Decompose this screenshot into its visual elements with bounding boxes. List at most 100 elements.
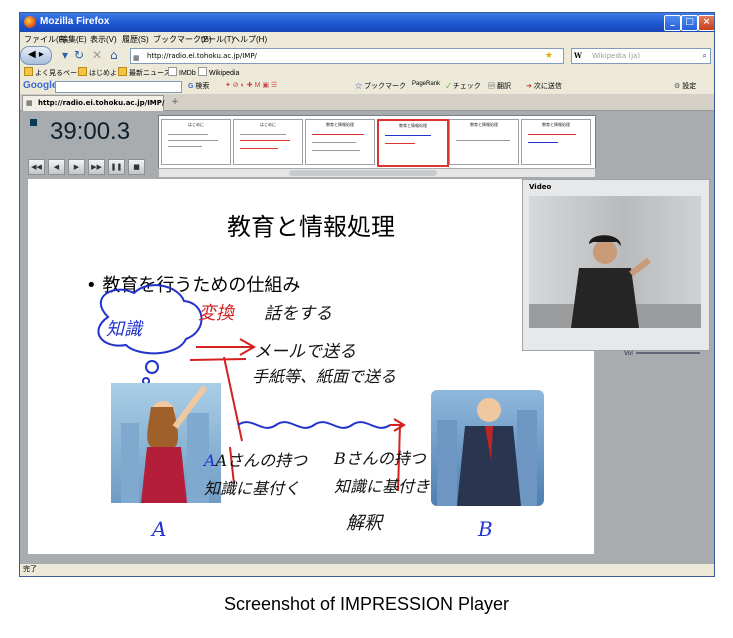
google-toolbar: Google G 検索 ✦ ⊘ ◐ ✚ M ▣ ☰ ☆ ブックマーク PageR…	[20, 79, 714, 94]
ink-transform: 変換	[198, 303, 234, 324]
person-b-illustration	[431, 390, 544, 506]
search-placeholder: Wikipedia (ja)	[592, 52, 641, 60]
thumbnail-active[interactable]: 教育と情報処理	[377, 119, 449, 167]
home-icon[interactable]: ⌂	[110, 48, 118, 62]
ink-b-based: 知識に基付き	[334, 477, 431, 496]
title-bar: Mozilla Firefox _ □ ×	[20, 13, 714, 32]
minimize-button[interactable]: _	[664, 15, 681, 31]
figure-caption: Screenshot of IMPRESSION Player	[223, 594, 510, 614]
thumbnail[interactable]: はじめに	[161, 119, 231, 165]
google-bookmarks-button[interactable]: ☆ ブックマーク	[355, 81, 406, 91]
menu-help[interactable]: ヘルプ(H)	[232, 34, 267, 45]
menu-tools[interactable]: ツール(T)	[200, 34, 234, 45]
pause-icon[interactable]: ❚❚	[108, 159, 125, 175]
google-search-button[interactable]: G 検索	[188, 81, 209, 91]
back-forward-button[interactable]: ◀ ▸	[20, 46, 52, 65]
menu-bar: ファイル(F) 編集(E) 表示(V) 履歴(S) ブックマーク(B) ツール(…	[20, 32, 714, 46]
playback-controls: 39:00.3 ◀◀ ◀ ▶ ▶▶ ❚❚ ■	[26, 115, 154, 175]
tab-imp[interactable]: ▦ http://radio.ei.tohoku.ac.jp/IMP/	[22, 95, 164, 111]
url-bar[interactable]: ▦ http://radio.ei.tohoku.ac.jp/IMP/ ★	[130, 48, 564, 64]
ink-b-has: Bさんの持つ	[334, 449, 426, 468]
firefox-icon	[24, 16, 36, 28]
thumbnail[interactable]: はじめに	[233, 119, 303, 165]
send-to-button[interactable]: ➜ 次に送信	[526, 81, 562, 91]
page-icon	[198, 67, 207, 76]
menu-edit[interactable]: 編集(E)	[60, 34, 87, 45]
ink-mail: メールで送る	[254, 342, 356, 362]
wave-line	[237, 421, 391, 429]
google-logo: Google	[23, 80, 58, 91]
star-icon[interactable]: ★	[545, 49, 553, 63]
dropdown-arrow-icon[interactable]: ▾	[62, 48, 68, 62]
player-area: 39:00.3 ◀◀ ◀ ▶ ▶▶ ❚❚ ■ はじめに はじめに 教育と情報処理…	[20, 111, 714, 563]
menu-history[interactable]: 履歴(S)	[122, 34, 149, 45]
bookmarks-toolbar: よく見るページ はじめよう 最新ニュース IMDb Wikipedia	[20, 66, 714, 78]
ink-label-a: A	[152, 517, 167, 541]
volume-label: Vol	[624, 350, 633, 357]
wikipedia-icon[interactable]: W	[574, 49, 582, 63]
site-icon: ▦	[26, 99, 33, 107]
reload-icon[interactable]: ↻	[74, 48, 84, 62]
scrollbar-thumb[interactable]	[289, 170, 437, 176]
pagerank-indicator: PageRank	[412, 81, 441, 87]
window-title: Mozilla Firefox	[40, 16, 110, 27]
prev-icon[interactable]: ◀	[48, 159, 65, 175]
status-text: 完了	[23, 566, 37, 573]
ink-a-has: AAさんの持つ	[204, 451, 308, 470]
new-tab-button[interactable]: +	[168, 96, 182, 108]
search-bar[interactable]: W Wikipedia (ja) ⌕	[571, 48, 711, 64]
url-text: http://radio.ei.tohoku.ac.jp/IMP/	[147, 52, 257, 60]
browser-window: Mozilla Firefox _ □ × ファイル(F) 編集(E) 表示(V…	[19, 12, 715, 577]
ink-a-letter: A	[204, 451, 216, 470]
thumbnail-scrollbar[interactable]	[158, 168, 596, 178]
navigation-toolbar: ◀ ▸ ▾ ↻ ✕ ⌂ ▦ http://radio.ei.tohoku.ac.…	[20, 46, 714, 66]
spellcheck-button[interactable]: ✓ チェック	[446, 81, 481, 91]
folder-icon	[24, 67, 33, 76]
volume-slider[interactable]	[636, 352, 700, 354]
bubble-dot	[145, 360, 159, 374]
bookmark-item[interactable]: 最新ニュース	[118, 67, 171, 78]
close-button[interactable]: ×	[698, 15, 714, 31]
folder-icon	[78, 67, 87, 76]
ink-a-based: 知識に基付く	[204, 479, 301, 498]
tab-strip: ▦ http://radio.ei.tohoku.ac.jp/IMP/ +	[20, 94, 714, 111]
tab-label: http://radio.ei.tohoku.ac.jp/IMP/	[38, 99, 165, 107]
menu-view[interactable]: 表示(V)	[90, 34, 117, 45]
bookmark-item[interactable]: よく見るページ	[24, 67, 84, 78]
fast-forward-icon[interactable]: ▶▶	[88, 159, 105, 175]
status-bar: 完了	[20, 563, 714, 576]
ink-knowledge: 知識	[106, 319, 142, 340]
video-panel: Video	[522, 179, 710, 351]
translate-button[interactable]: ▤ 翻訳	[488, 81, 511, 91]
transform-arrow	[196, 338, 257, 356]
thumbnail[interactable]: 教育と情報処理	[521, 119, 591, 165]
settings-button[interactable]: ⚙ 設定	[674, 81, 696, 91]
ink-label-b: B	[478, 517, 493, 541]
red-line-a	[223, 356, 243, 442]
person-b-figure	[437, 398, 537, 506]
stop-icon[interactable]: ■	[128, 159, 145, 175]
ink-letter: 手紙等、紙面で送る	[252, 367, 397, 386]
search-icon[interactable]: ⌕	[703, 49, 707, 63]
thumbnail[interactable]: 教育と情報処理	[449, 119, 519, 165]
site-icon: ▦	[133, 54, 140, 62]
bookmark-item[interactable]: IMDb	[168, 67, 196, 77]
rewind-icon[interactable]: ◀◀	[28, 159, 45, 175]
bookmark-item[interactable]: Wikipedia	[198, 67, 239, 77]
maximize-button[interactable]: □	[681, 15, 698, 31]
time-display: 39:00.3	[50, 118, 131, 145]
stop-icon[interactable]: ✕	[92, 48, 102, 62]
record-indicator-icon	[30, 119, 37, 126]
wave-arrowhead	[390, 418, 406, 432]
google-search-input[interactable]	[55, 81, 182, 93]
toolbar-icons[interactable]: ✦ ⊘ ◐ ✚ M ▣ ☰	[225, 81, 277, 89]
ink-speak: 話をする	[264, 304, 332, 324]
video-feed	[529, 196, 701, 328]
folder-icon	[118, 67, 127, 76]
presenter-figure	[529, 235, 701, 328]
slide-thumbnails: はじめに はじめに 教育と情報処理 教育と情報処理 教育と情報処理 教育と情報処…	[158, 115, 596, 169]
thumbnail[interactable]: 教育と情報処理	[305, 119, 375, 165]
play-icon[interactable]: ▶	[68, 159, 85, 175]
ink-interpret: 解釈	[346, 513, 382, 534]
video-label: Video	[529, 183, 552, 191]
